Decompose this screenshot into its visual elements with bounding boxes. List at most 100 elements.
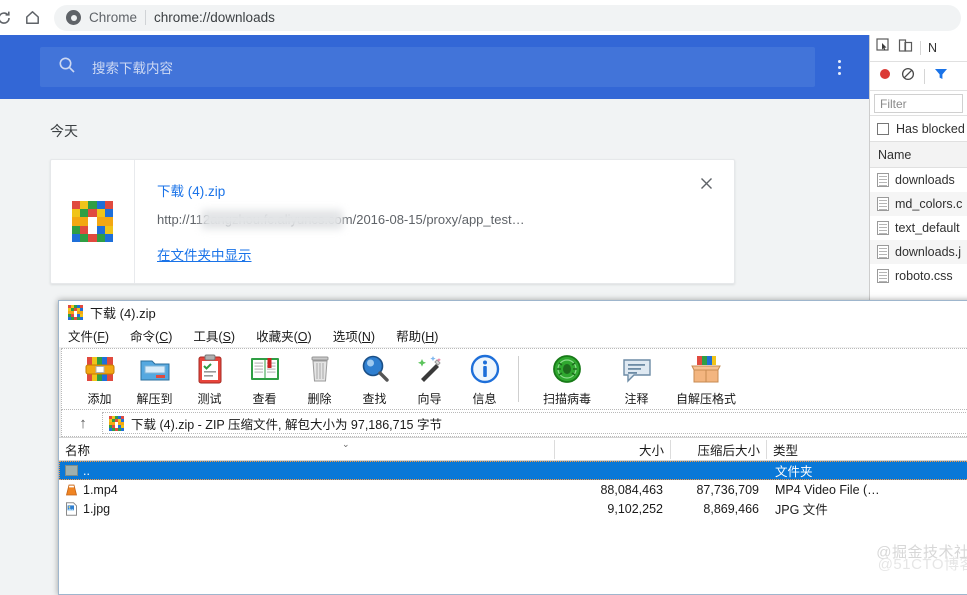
winrar-menubar: 文件(F) 命令(C) 工具(S) 收藏夹(O) 选项(N) 帮助(H) (59, 324, 967, 347)
list-item[interactable]: downloads (870, 168, 967, 192)
omnibox-url: chrome://downloads (154, 10, 275, 25)
winrar-title: 下载 (4).zip (90, 306, 156, 321)
document-icon (877, 173, 889, 187)
row-size-cell: 9,102,252 (607, 501, 663, 516)
file-list-header: 名称 大小 压缩后大小 类型 ⌄ (59, 437, 967, 461)
table-row[interactable]: .. 文件夹 (59, 461, 967, 480)
search-input[interactable]: 搜索下载内容 (40, 47, 815, 87)
menu-tools[interactable]: 工具(S) (193, 326, 235, 345)
table-row[interactable]: 1.jpg 9,102,252 8,869,466 JPG 文件 (59, 499, 967, 518)
devtools-toolbar-divider (924, 68, 925, 84)
tab-network[interactable]: N (928, 41, 937, 55)
request-name: text_default (895, 221, 960, 235)
jpg-image-icon (65, 501, 78, 516)
column-header-name[interactable]: 名称 (59, 439, 555, 459)
list-item[interactable]: downloads.j (870, 240, 967, 264)
home-icon[interactable] (18, 4, 46, 32)
record-icon[interactable] (878, 67, 892, 86)
download-url: http://112angzhou.fc.aliyuncs.com/2016-0… (157, 210, 734, 229)
toolbar-comment-button[interactable]: 注释 (609, 350, 664, 408)
show-in-folder-link[interactable]: 在文件夹中显示 (157, 244, 252, 264)
table-row[interactable]: 1.mp4 88,084,463 87,736,709 MP4 Video Fi… (59, 480, 967, 499)
toolbar-info-button[interactable]: 信息 (457, 350, 512, 408)
toolbar-extract-button[interactable]: 解压到 (127, 350, 182, 408)
filter-input[interactable]: Filter (874, 94, 963, 113)
download-item-card[interactable]: 下载 (4).zip http://112angzhou.fc.aliyuncs… (50, 159, 735, 284)
menu-options[interactable]: 选项(N) (333, 326, 375, 345)
row-type-cell: JPG 文件 (775, 503, 828, 517)
reload-icon[interactable] (0, 4, 18, 32)
document-icon (877, 221, 889, 235)
list-item[interactable]: text_default (870, 216, 967, 240)
toolbar-find-label: 查找 (362, 392, 387, 406)
test-archive-icon (194, 353, 226, 388)
download-item-info: 下载 (4).zip http://112angzhou.fc.aliyuncs… (135, 160, 734, 283)
close-icon[interactable] (696, 176, 716, 196)
folder-up-icon (65, 464, 78, 478)
column-header-size[interactable]: 大小 (555, 439, 671, 459)
toolbar-find-button[interactable]: 查找 (347, 350, 402, 408)
network-name-column-header[interactable]: Name (870, 142, 967, 168)
delete-icon (304, 353, 336, 388)
row-name-cell: 1.jpg (59, 502, 555, 516)
winrar-window[interactable]: 下载 (4).zip 文件(F) 命令(C) 工具(S) 收藏夹(O) 选项(N… (58, 300, 967, 595)
has-blocked-label: Has blocked (896, 121, 965, 136)
inspect-element-icon[interactable] (876, 38, 891, 58)
row-size-cell: 88,084,463 (600, 482, 663, 497)
row-name: 1.mp4 (83, 482, 118, 497)
toolbar-delete-button[interactable]: 删除 (292, 350, 347, 408)
has-blocked-checkbox-row[interactable]: Has blocked (870, 116, 967, 142)
toolbar-view-label: 查看 (252, 392, 277, 406)
menu-favorites[interactable]: 收藏夹(O) (256, 326, 312, 345)
toolbar-extract-label: 解压到 (136, 392, 173, 406)
file-list[interactable]: .. 文件夹 1.mp4 88,084,463 87,736,709 MP4 V… (59, 461, 967, 594)
archive-path-field[interactable]: 下载 (4).zip - ZIP 压缩文件, 解包大小为 97,186,715 … (102, 412, 967, 434)
find-icon (359, 353, 391, 388)
has-blocked-checkbox[interactable] (877, 122, 889, 135)
column-header-packed[interactable]: 压缩后大小 (671, 439, 767, 459)
device-toolbar-icon[interactable] (898, 38, 913, 58)
row-packed-cell: 8,869,466 (703, 501, 759, 516)
more-vertical-icon[interactable] (825, 47, 853, 87)
search-placeholder: 搜索下载内容 (92, 61, 173, 76)
toolbar-view-button[interactable]: 查看 (237, 350, 292, 408)
winrar-toolbar: 添加 解压到 测试 查看 删除 查找 向导 信息 扫描病毒 注释 自解压格式 (61, 348, 967, 410)
toolbar-wizard-button[interactable]: 向导 (402, 350, 457, 408)
menu-help[interactable]: 帮助(H) (396, 326, 438, 345)
row-name: 1.jpg (83, 501, 111, 516)
document-icon (877, 245, 889, 259)
filter-funnel-icon[interactable] (934, 67, 948, 86)
downloads-body: 今天 下载 (4).zip http://112angzhou.fc.aliyu… (0, 99, 869, 284)
toolbar-add-button[interactable]: 添加 (72, 350, 127, 408)
search-icon (58, 56, 76, 79)
list-item[interactable]: md_colors.c (870, 192, 967, 216)
toolbar-test-button[interactable]: 测试 (182, 350, 237, 408)
omnibox-divider (145, 10, 147, 25)
winrar-titlebar: 下载 (4).zip (59, 301, 967, 324)
toolbar-virusscan-button[interactable]: 扫描病毒 (525, 350, 609, 408)
up-arrow-icon[interactable]: ↑ (70, 412, 96, 434)
vlc-mp4-icon (65, 483, 78, 497)
winrar-archive-icon (109, 415, 124, 431)
toolbar-sfx-button[interactable]: 自解压格式 (664, 350, 748, 408)
winrar-archive-icon (68, 305, 83, 320)
omnibox[interactable]: Chrome chrome://downloads (54, 4, 961, 31)
download-filename-link[interactable]: 下载 (4).zip (157, 180, 225, 200)
menu-commands[interactable]: 命令(C) (130, 326, 172, 345)
document-icon (877, 269, 889, 283)
column-header-type[interactable]: 类型 (767, 440, 887, 459)
toolbar-test-label: 测试 (197, 392, 222, 406)
toolbar-wizard-label: 向导 (417, 392, 442, 406)
request-name: roboto.css (895, 269, 953, 283)
chrome-logo-icon (66, 10, 81, 25)
row-type-cell: MP4 Video File (… (775, 482, 880, 497)
toolbar-comment-label: 注释 (624, 392, 649, 406)
menu-file[interactable]: 文件(F) (68, 326, 109, 345)
sort-chevron-down-icon: ⌄ (342, 439, 350, 449)
document-icon (877, 197, 889, 211)
clear-icon[interactable] (901, 67, 915, 86)
winrar-addressbar: ↑ 下载 (4).zip - ZIP 压缩文件, 解包大小为 97,186,71… (61, 410, 967, 437)
list-item[interactable]: roboto.css (870, 264, 967, 288)
toolbar-sfx-label: 自解压格式 (675, 392, 736, 406)
comment-icon (621, 353, 653, 388)
